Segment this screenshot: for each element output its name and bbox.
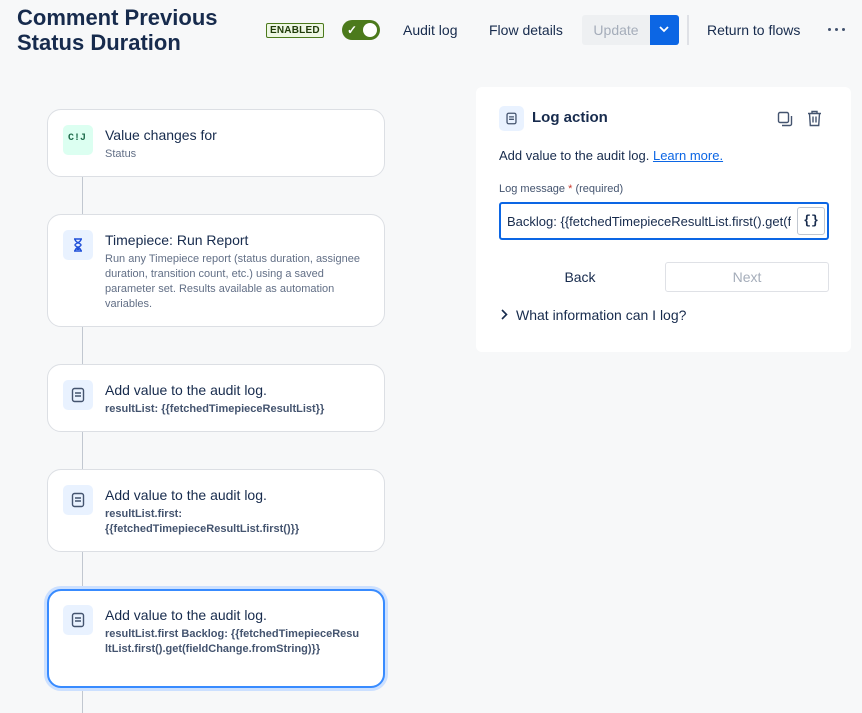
step-subtitle: Status	[105, 148, 137, 160]
flow-details-button[interactable]: Flow details	[489, 15, 563, 45]
header: Comment Previous Status Duration ENABLED…	[0, 0, 862, 66]
update-button[interactable]: Update	[582, 15, 650, 45]
step-subtitle: resultList.first: {{fetchedTimepieceResu…	[105, 508, 300, 535]
insert-smart-value-button[interactable]: {}	[797, 207, 825, 235]
log-message-input[interactable]	[507, 211, 791, 231]
more-icon-dot	[842, 28, 845, 31]
step-subtitle: resultList: {{fetchedTimepieceResultList…	[105, 403, 325, 415]
log-action-panel: Log action Add value to the audit log. L…	[476, 87, 851, 352]
log-icon	[63, 380, 93, 410]
step-title: Value changes for	[105, 127, 217, 143]
learn-more-link[interactable]: Learn more.	[653, 148, 723, 163]
flow-step-log-3[interactable]: Add value to the audit log. resultList.f…	[47, 589, 385, 688]
description-text: Add value to the audit log.	[499, 148, 650, 163]
header-divider	[687, 15, 689, 45]
update-dropdown-button[interactable]	[650, 15, 679, 45]
page-title: Comment Previous Status Duration	[17, 5, 218, 55]
return-to-flows-button[interactable]: Return to flows	[707, 15, 800, 45]
trash-icon	[807, 110, 821, 127]
required-text: (required)	[575, 183, 624, 195]
panel-description: Add value to the audit log. Learn more.	[499, 148, 723, 163]
log-message-field: {}	[499, 202, 829, 240]
value-change-icon-text: C!J	[68, 133, 87, 144]
value-change-icon: C!J	[63, 125, 93, 155]
audit-log-button[interactable]: Audit log	[403, 15, 457, 45]
step-title: Add value to the audit log.	[105, 487, 267, 503]
copy-icon	[777, 111, 793, 127]
log-icon	[63, 485, 93, 515]
hourglass-icon	[63, 230, 93, 260]
log-message-label: Log message * (required)	[499, 183, 623, 195]
check-icon: ✓	[347, 23, 358, 37]
chevron-down-icon	[659, 26, 669, 33]
step-title: Add value to the audit log.	[105, 382, 267, 398]
required-marker: *	[568, 183, 573, 195]
step-subtitle: resultList.first Backlog: {{fetchedTimep…	[105, 628, 360, 655]
flow-step-log-2[interactable]: Add value to the audit log. resultList.f…	[47, 469, 385, 552]
back-button[interactable]: Back	[499, 262, 661, 292]
more-options-button[interactable]	[826, 23, 848, 37]
flow-step-run-report[interactable]: Timepiece: Run Report Run any Timepiece …	[47, 214, 385, 327]
toggle-knob	[363, 23, 377, 37]
status-badge: ENABLED	[266, 23, 324, 38]
step-title: Add value to the audit log.	[105, 607, 267, 623]
log-icon	[499, 106, 524, 131]
delete-button[interactable]	[806, 110, 822, 127]
more-icon-dot	[835, 28, 838, 31]
label-text: Log message	[499, 183, 566, 195]
enabled-toggle[interactable]: ✓	[342, 20, 380, 40]
expander-label: What information can I log?	[516, 307, 687, 323]
more-icon	[828, 28, 831, 31]
next-button[interactable]: Next	[665, 262, 829, 292]
log-icon	[63, 605, 93, 635]
step-title: Timepiece: Run Report	[105, 232, 249, 248]
chevron-right-icon	[501, 309, 508, 320]
panel-title: Log action	[532, 109, 608, 126]
duplicate-button[interactable]	[777, 111, 793, 127]
step-subtitle: Run any Timepiece report (status duratio…	[105, 253, 360, 310]
flow-step-trigger[interactable]: C!J Value changes for Status	[47, 109, 385, 177]
flow-step-log-1[interactable]: Add value to the audit log. resultList: …	[47, 364, 385, 432]
